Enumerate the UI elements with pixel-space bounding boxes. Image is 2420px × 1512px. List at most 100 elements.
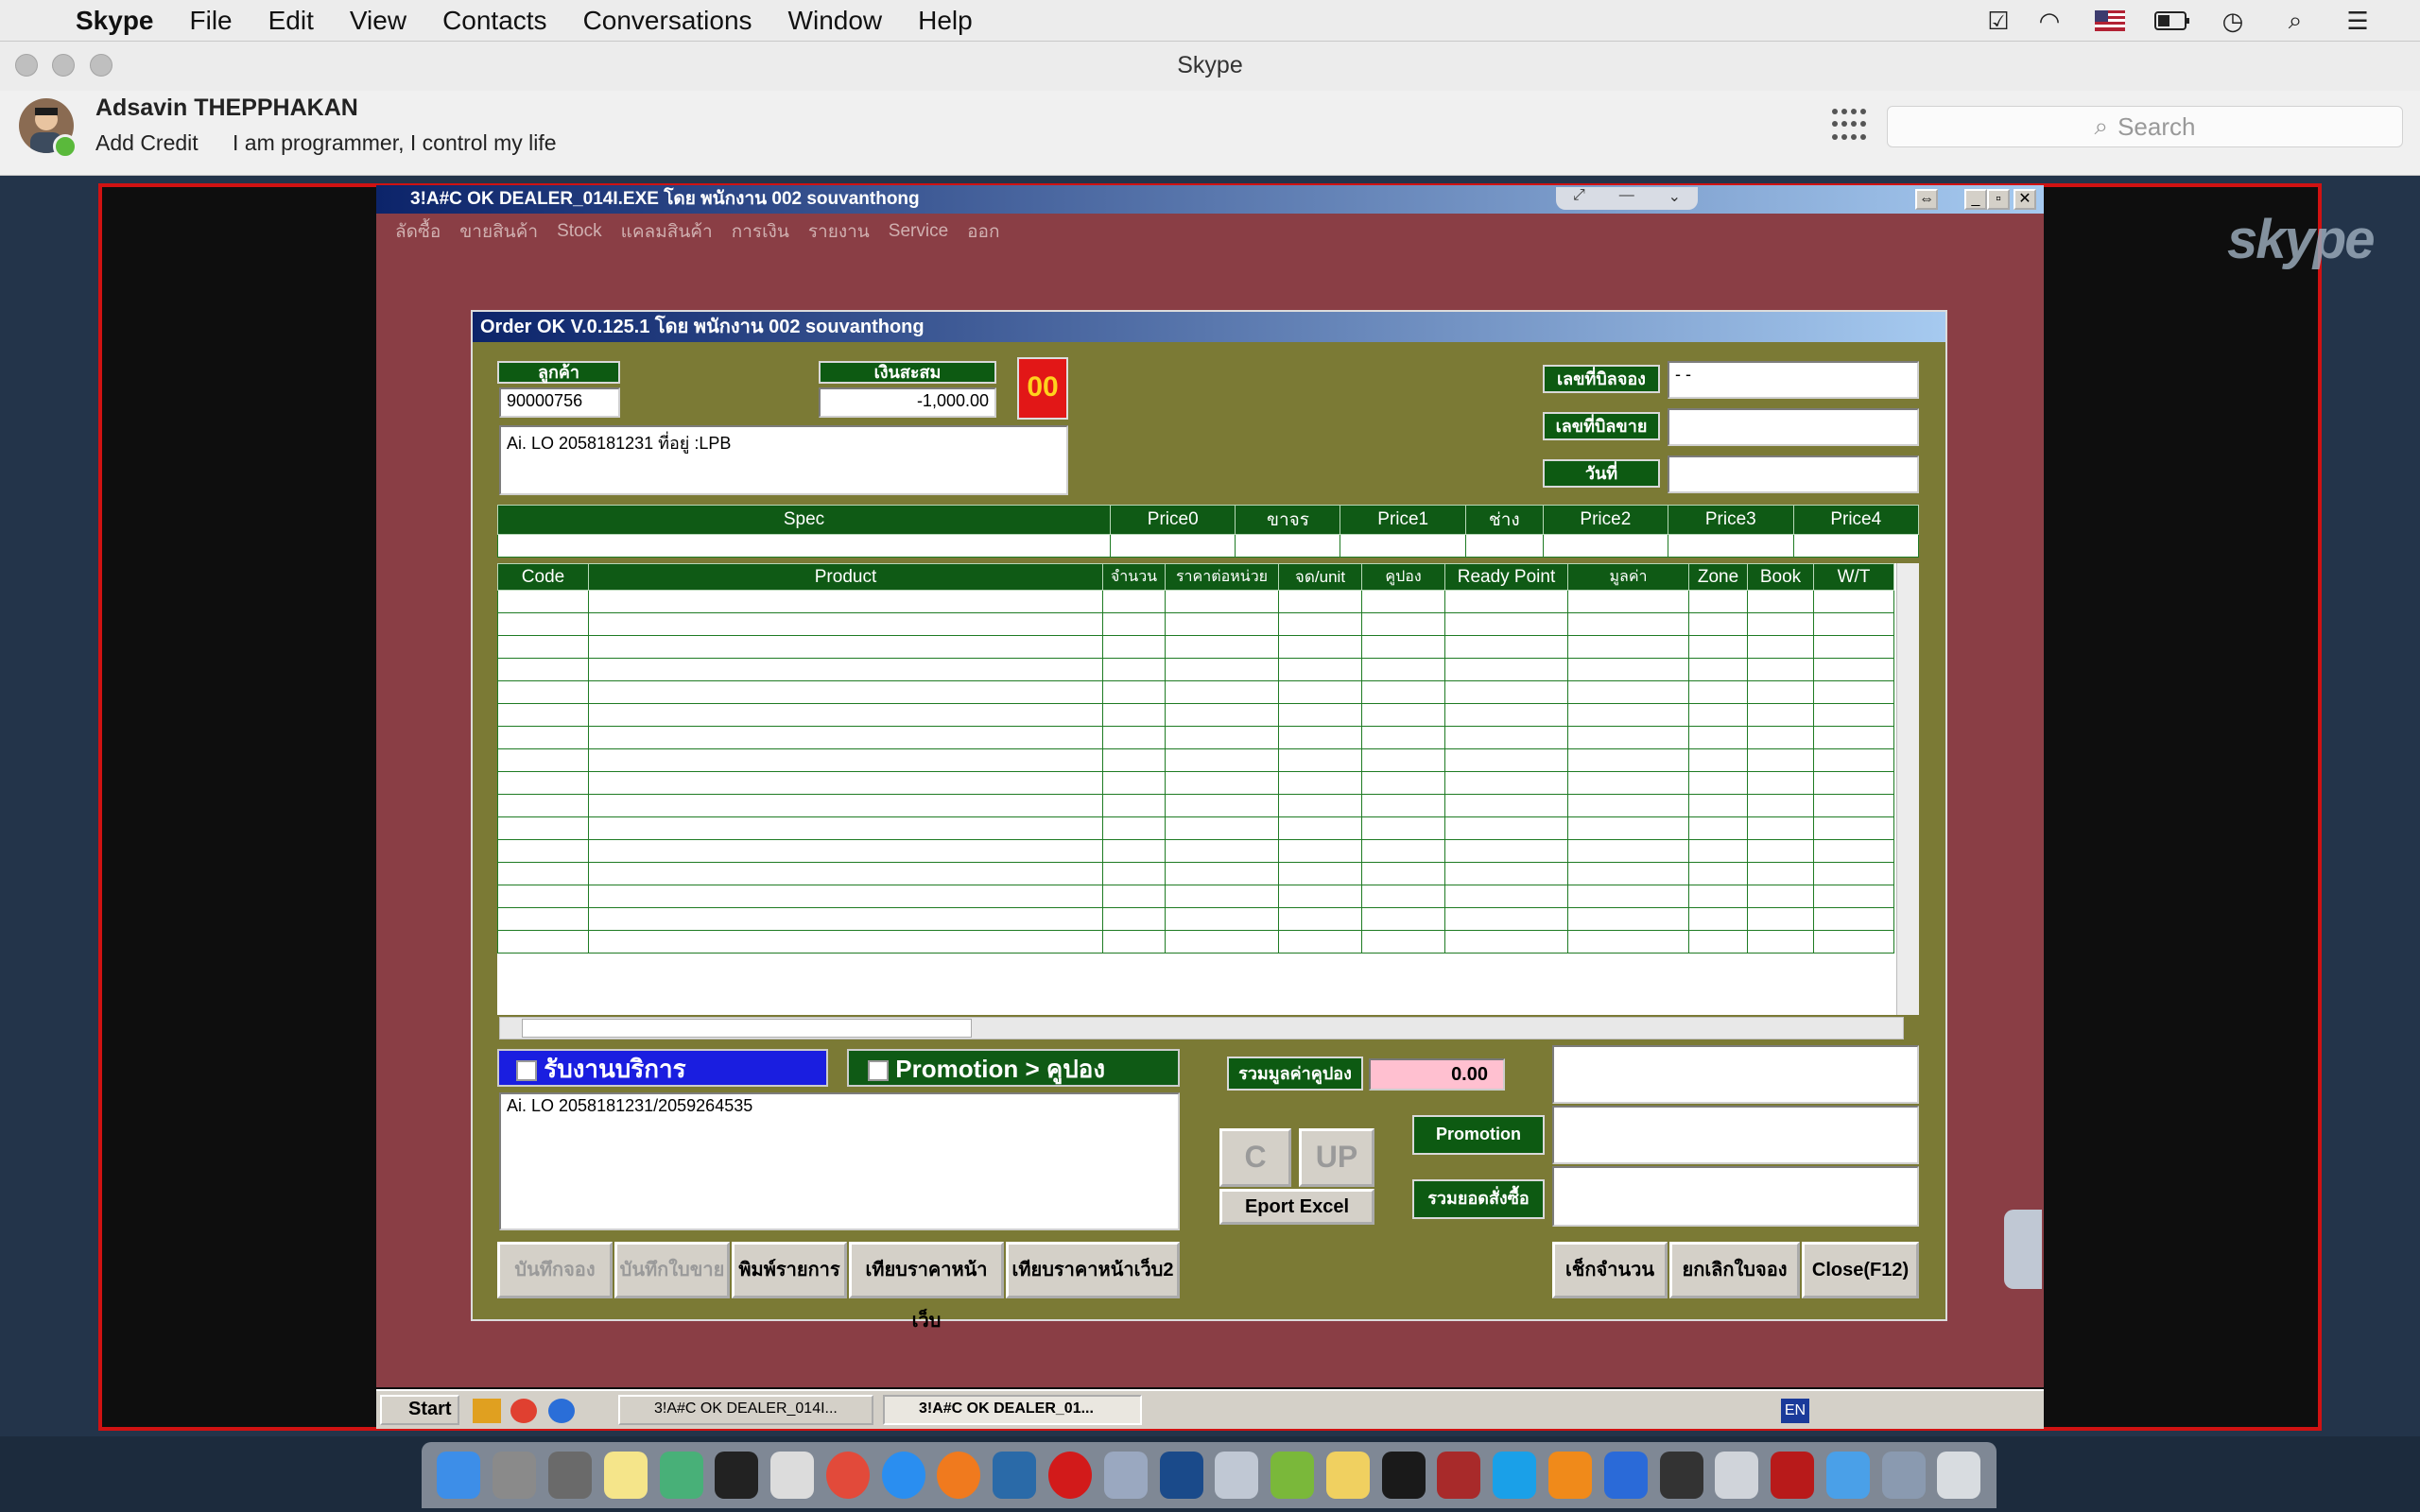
grid-cell[interactable] bbox=[497, 885, 589, 908]
grid-cell[interactable] bbox=[1688, 930, 1748, 954]
grid-cell[interactable] bbox=[1361, 726, 1445, 749]
grid-cell[interactable] bbox=[1102, 794, 1166, 817]
save-sale-button[interactable]: บันทึกใบขาย bbox=[614, 1242, 730, 1298]
grid-cell[interactable] bbox=[588, 885, 1103, 908]
app-menu-item[interactable]: Stock bbox=[557, 221, 602, 242]
grid-cell[interactable] bbox=[497, 771, 589, 795]
close-window-button[interactable] bbox=[15, 54, 38, 77]
grid-cell[interactable] bbox=[1278, 794, 1362, 817]
menu-edit[interactable]: Edit bbox=[268, 6, 314, 36]
opera-icon[interactable] bbox=[1047, 1452, 1092, 1499]
reserve-bill-field[interactable]: - - bbox=[1668, 361, 1919, 399]
grid-cell[interactable] bbox=[1444, 794, 1568, 817]
grid-cell[interactable] bbox=[1688, 771, 1748, 795]
dictionary-icon[interactable] bbox=[1437, 1452, 1481, 1499]
app-menu-item[interactable]: Service bbox=[889, 221, 948, 242]
virtualbox-icon[interactable] bbox=[1103, 1452, 1148, 1499]
app-store-icon[interactable] bbox=[993, 1452, 1037, 1499]
grid-cell[interactable] bbox=[1688, 794, 1748, 817]
grid-cell[interactable] bbox=[497, 612, 589, 636]
grid-cell[interactable] bbox=[1444, 703, 1568, 727]
grid-cell[interactable] bbox=[1567, 862, 1689, 885]
activity-monitor-icon[interactable] bbox=[1381, 1452, 1426, 1499]
menu-file[interactable]: File bbox=[190, 6, 233, 36]
grid-cell[interactable] bbox=[1747, 794, 1814, 817]
chrome-icon[interactable] bbox=[510, 1399, 537, 1423]
app-restore-icon[interactable]: ⇔ bbox=[1915, 189, 1938, 210]
grid-cell[interactable] bbox=[1688, 862, 1748, 885]
service-checkbox[interactable] bbox=[516, 1060, 537, 1082]
customer-code-field[interactable]: 90000756 bbox=[499, 387, 620, 418]
address-field[interactable]: Ai. LO 2058181231 ที่อยู่ :LPB bbox=[499, 425, 1068, 495]
grid-row[interactable] bbox=[497, 703, 1894, 727]
grid-cell[interactable] bbox=[1361, 771, 1445, 795]
c-button[interactable]: C bbox=[1219, 1128, 1291, 1187]
close-f12-button[interactable]: Close(F12) bbox=[1802, 1242, 1919, 1298]
system-preferences-icon[interactable] bbox=[547, 1452, 592, 1499]
grid-cell[interactable] bbox=[1102, 930, 1166, 954]
grid-row[interactable] bbox=[497, 612, 1894, 636]
grid-cell[interactable] bbox=[588, 816, 1103, 840]
grid-cell[interactable] bbox=[1444, 771, 1568, 795]
grid-cell[interactable] bbox=[497, 703, 589, 727]
grid-cell[interactable] bbox=[1444, 930, 1568, 954]
android-studio-icon[interactable] bbox=[1270, 1452, 1315, 1499]
grid-cell[interactable] bbox=[1747, 816, 1814, 840]
ie-icon[interactable] bbox=[548, 1399, 575, 1423]
grid-row[interactable] bbox=[497, 862, 1894, 885]
grid-cell[interactable] bbox=[1102, 885, 1166, 908]
grid-cell[interactable] bbox=[1278, 590, 1362, 613]
spec-cell[interactable] bbox=[497, 534, 1111, 558]
grid-cell[interactable] bbox=[1278, 839, 1362, 863]
grid-cell[interactable] bbox=[1813, 839, 1894, 863]
finder-icon[interactable] bbox=[437, 1452, 481, 1499]
grid-cell[interactable] bbox=[1165, 930, 1279, 954]
menu-view[interactable]: View bbox=[350, 6, 406, 36]
wireless-icon[interactable] bbox=[1715, 1452, 1759, 1499]
taskbar-task-2[interactable]: 3!A#C OK DEALER_01... bbox=[883, 1395, 1142, 1425]
grid-cell[interactable] bbox=[588, 590, 1103, 613]
summary-field-1[interactable] bbox=[1552, 1045, 1919, 1104]
grid-cell[interactable] bbox=[588, 748, 1103, 772]
grid-cell[interactable] bbox=[1278, 612, 1362, 636]
grid-cell[interactable] bbox=[1567, 726, 1689, 749]
sale-bill-field[interactable] bbox=[1668, 408, 1919, 446]
grid-cell[interactable] bbox=[1444, 862, 1568, 885]
grid-cell[interactable] bbox=[1165, 771, 1279, 795]
grid-cell[interactable] bbox=[1102, 590, 1166, 613]
grid-cell[interactable] bbox=[1361, 635, 1445, 659]
utility-icon[interactable] bbox=[1881, 1452, 1926, 1499]
price-cell[interactable] bbox=[1109, 534, 1236, 558]
grid-row[interactable] bbox=[497, 907, 1894, 931]
grid-cell[interactable] bbox=[1361, 658, 1445, 681]
stickies-icon[interactable] bbox=[1325, 1452, 1370, 1499]
add-credit-link[interactable]: Add Credit bbox=[95, 130, 199, 156]
grid-cell[interactable] bbox=[1102, 771, 1166, 795]
grid-cell[interactable] bbox=[1688, 680, 1748, 704]
filezilla-icon[interactable] bbox=[1771, 1452, 1815, 1499]
grid-cell[interactable] bbox=[1102, 635, 1166, 659]
grid-cell[interactable] bbox=[1747, 658, 1814, 681]
grid-cell[interactable] bbox=[1567, 839, 1689, 863]
grid-cell[interactable] bbox=[1278, 930, 1362, 954]
grid-cell[interactable] bbox=[1165, 862, 1279, 885]
grid-cell[interactable] bbox=[1688, 635, 1748, 659]
grid-row[interactable] bbox=[497, 635, 1894, 659]
app-menu-item[interactable]: แคลมสินค้า bbox=[621, 217, 713, 246]
grid-cell[interactable] bbox=[588, 635, 1103, 659]
grid-cell[interactable] bbox=[1361, 748, 1445, 772]
grid-cell[interactable] bbox=[1165, 907, 1279, 931]
grid-row[interactable] bbox=[497, 748, 1894, 772]
grid-cell[interactable] bbox=[1688, 816, 1748, 840]
remote-control-toolbar[interactable]: ⤢ — ⌄ bbox=[1556, 187, 1698, 210]
grid-cell[interactable] bbox=[1444, 680, 1568, 704]
grid-cell[interactable] bbox=[1567, 885, 1689, 908]
grid-cell[interactable] bbox=[1567, 748, 1689, 772]
coupon-total-field[interactable]: 0.00 bbox=[1369, 1058, 1505, 1091]
app-menu-item[interactable]: ขายสินค้า bbox=[459, 217, 538, 246]
price-cell[interactable] bbox=[1668, 534, 1794, 558]
grid-cell[interactable] bbox=[1361, 839, 1445, 863]
grid-cell[interactable] bbox=[1747, 703, 1814, 727]
app-menu-item[interactable]: ลัดซื้อ bbox=[395, 217, 441, 246]
note-field[interactable]: Ai. LO 2058181231/2059264535 bbox=[499, 1092, 1180, 1230]
